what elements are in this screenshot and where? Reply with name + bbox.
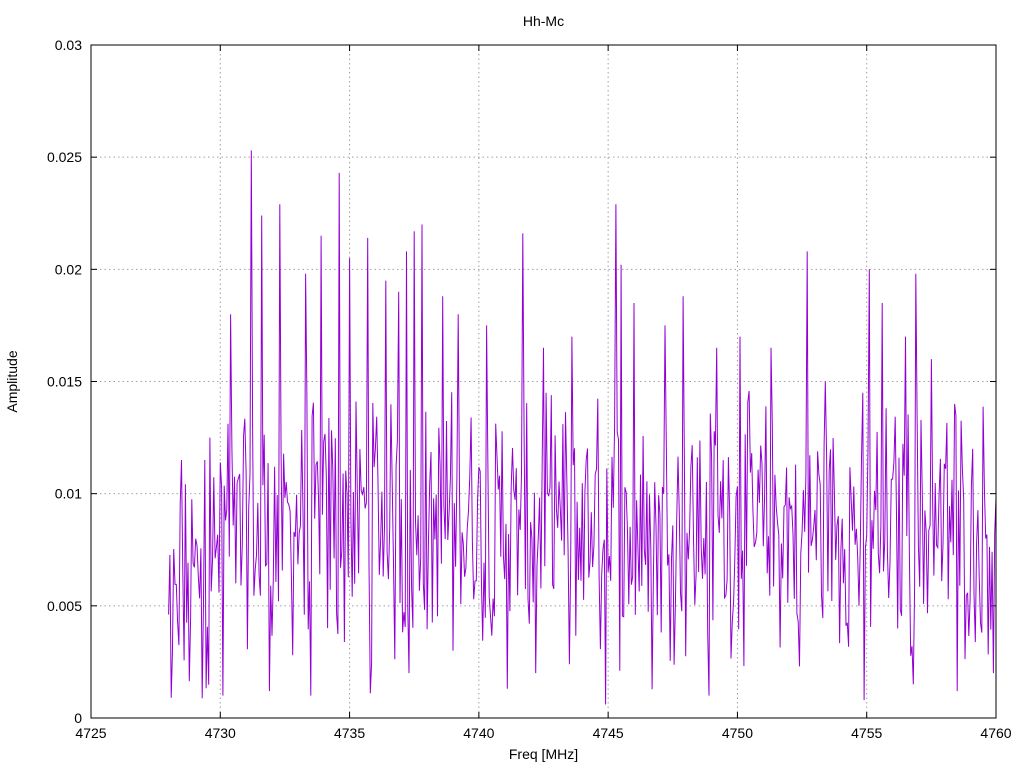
x-tick-label: 4745	[593, 725, 624, 741]
chart: 4725 4730 4735 4740 4745 4750 4755 4760 00.0050…	[4, 13, 1012, 762]
y-axis-label: Amplitude	[4, 350, 20, 412]
x-axis-label: Freq [MHz]	[509, 746, 578, 762]
x-tick-label: 4725	[75, 725, 106, 741]
y-tick-label: 0.005	[47, 598, 82, 614]
x-tick-labels: 4725 4730 4735 4740 4745 4750 4755 4760	[75, 725, 1011, 741]
y-tick-label: 0.02	[55, 261, 82, 277]
x-tick-label: 4755	[851, 725, 882, 741]
x-tick-label: 4730	[205, 725, 236, 741]
y-tick-label: 0.025	[47, 149, 82, 165]
x-tick-label: 4735	[334, 725, 365, 741]
x-tick-label: 4750	[722, 725, 753, 741]
y-tick-label: 0.03	[55, 37, 82, 53]
series-line	[168, 150, 997, 705]
plot-area	[168, 150, 997, 705]
chart-title: Hh-Mc	[523, 13, 564, 29]
x-tick-label: 4740	[463, 725, 494, 741]
y-tick-label: 0	[74, 710, 82, 726]
y-tick-labels: 0 0.005 0.01 0.015 0.02 0.025 0.03	[47, 37, 82, 726]
y-tick-label: 0.015	[47, 374, 82, 390]
x-tick-label: 4760	[980, 725, 1011, 741]
y-tick-label: 0.01	[55, 486, 82, 502]
